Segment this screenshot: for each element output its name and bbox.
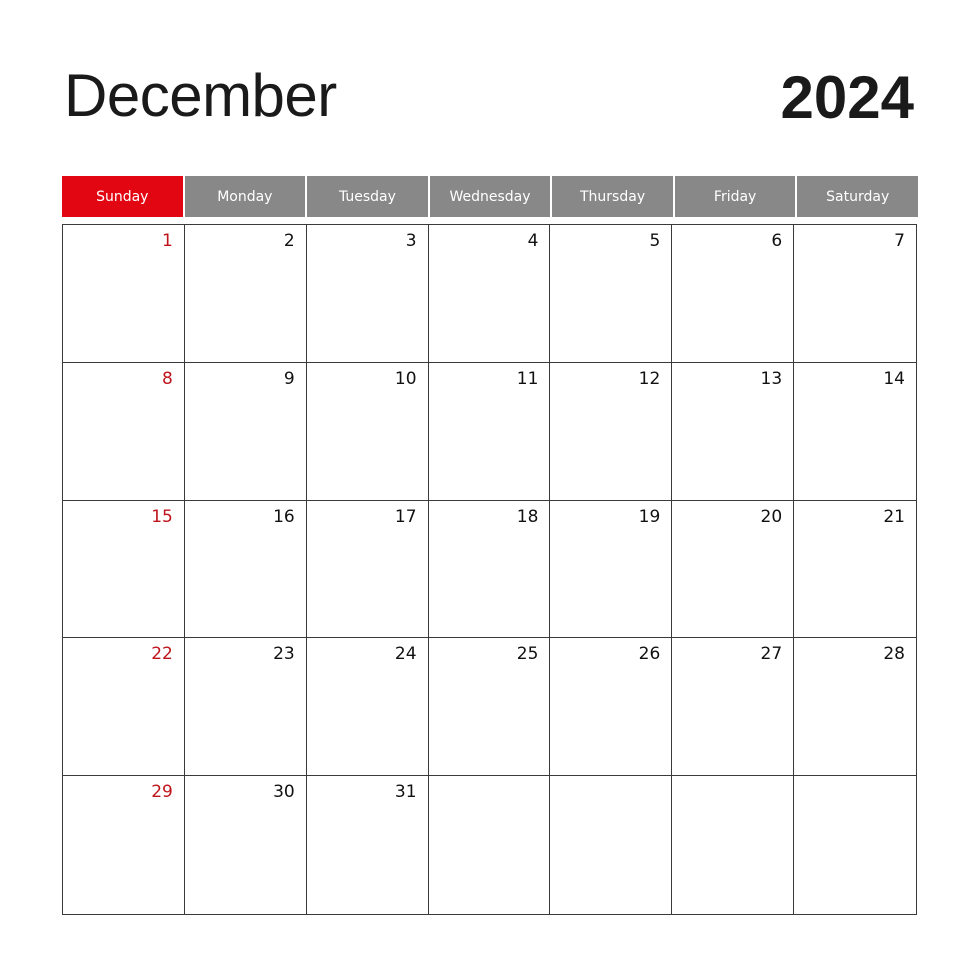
day-number: 19 bbox=[638, 506, 661, 527]
day-number: 13 bbox=[760, 368, 783, 389]
day-number: 2 bbox=[283, 231, 295, 251]
day-cell[interactable]: 19 bbox=[550, 500, 673, 639]
day-cell[interactable]: 9 bbox=[184, 362, 307, 501]
day-cell[interactable]: 8 bbox=[63, 362, 185, 501]
day-number: 6 bbox=[771, 231, 783, 251]
day-cell[interactable]: 23 bbox=[184, 638, 307, 777]
calendar-grid: 1 2 3 4 5 6 7 8 9 10 11 12 13 14 15 16 17 18 19 20 21 22 23 24 2… bbox=[62, 224, 917, 915]
weekday-thursday: Thursday bbox=[552, 176, 673, 217]
day-cell[interactable]: 18 bbox=[428, 500, 551, 639]
weekday-monday: Monday bbox=[184, 176, 306, 217]
day-number: 17 bbox=[394, 506, 417, 527]
day-number: 9 bbox=[283, 368, 295, 389]
day-number: 29 bbox=[151, 782, 173, 803]
day-number: 15 bbox=[151, 506, 173, 527]
empty-day-cell bbox=[429, 776, 551, 914]
empty-day-cell bbox=[794, 776, 916, 914]
day-cell[interactable]: 10 bbox=[306, 362, 429, 501]
day-number: 10 bbox=[394, 368, 417, 389]
day-number: 23 bbox=[273, 644, 295, 665]
day-number: 26 bbox=[638, 644, 661, 665]
day-cell[interactable]: 16 bbox=[184, 500, 307, 639]
day-number: 5 bbox=[649, 231, 661, 251]
day-cell[interactable]: 17 bbox=[306, 500, 429, 639]
day-cell[interactable]: 21 bbox=[794, 501, 916, 639]
day-cell[interactable]: 2 bbox=[184, 225, 307, 363]
day-cell[interactable]: 1 bbox=[63, 225, 185, 363]
day-cell[interactable]: 13 bbox=[672, 362, 795, 501]
day-number: 30 bbox=[273, 782, 295, 803]
day-cell[interactable]: 14 bbox=[794, 363, 916, 501]
day-cell[interactable]: 11 bbox=[428, 362, 551, 501]
day-cell[interactable]: 4 bbox=[428, 225, 551, 363]
day-number: 27 bbox=[760, 644, 783, 665]
day-cell[interactable]: 22 bbox=[63, 638, 185, 777]
day-cell[interactable]: 15 bbox=[63, 500, 185, 639]
day-cell[interactable]: 20 bbox=[672, 500, 795, 639]
day-number: 14 bbox=[883, 368, 905, 389]
day-number: 25 bbox=[516, 644, 539, 665]
weekday-wednesday: Wednesday bbox=[429, 176, 551, 217]
day-cell[interactable]: 25 bbox=[428, 638, 551, 777]
day-cell[interactable]: 12 bbox=[550, 362, 673, 501]
day-cell[interactable]: 31 bbox=[307, 776, 429, 914]
day-cell[interactable]: 3 bbox=[306, 225, 429, 363]
day-number: 7 bbox=[894, 231, 905, 251]
weekday-friday: Friday bbox=[674, 176, 796, 217]
day-cell[interactable]: 26 bbox=[550, 638, 673, 777]
empty-day-cell bbox=[672, 776, 795, 914]
year-title: 2024 bbox=[780, 64, 914, 131]
day-number: 4 bbox=[527, 231, 539, 251]
month-title: December bbox=[64, 62, 337, 129]
day-number: 18 bbox=[516, 506, 539, 527]
weekday-sunday: Sunday bbox=[62, 176, 183, 217]
day-number: 28 bbox=[883, 644, 905, 665]
weekday-tuesday: Tuesday bbox=[307, 176, 428, 217]
day-number: 8 bbox=[162, 368, 173, 389]
weekday-saturday: Saturday bbox=[797, 176, 918, 217]
day-number: 21 bbox=[883, 506, 905, 527]
day-cell[interactable]: 28 bbox=[794, 638, 916, 777]
day-number: 3 bbox=[405, 231, 417, 251]
day-number: 20 bbox=[760, 506, 783, 527]
day-cell[interactable]: 7 bbox=[794, 225, 916, 363]
day-number: 16 bbox=[273, 506, 295, 527]
day-cell[interactable]: 6 bbox=[672, 225, 795, 363]
day-cell[interactable]: 29 bbox=[63, 776, 185, 914]
day-number: 1 bbox=[162, 231, 173, 251]
empty-day-cell bbox=[550, 776, 673, 914]
day-cell[interactable]: 5 bbox=[550, 225, 673, 363]
day-number: 24 bbox=[394, 644, 417, 665]
day-number: 31 bbox=[394, 782, 417, 803]
weekday-header: Sunday Monday Tuesday Wednesday Thursday… bbox=[62, 176, 918, 217]
day-number: 11 bbox=[516, 368, 539, 389]
day-number: 12 bbox=[638, 368, 661, 389]
day-number: 22 bbox=[151, 644, 173, 665]
day-cell[interactable]: 27 bbox=[672, 638, 795, 777]
day-cell[interactable]: 30 bbox=[185, 776, 307, 914]
day-cell[interactable]: 24 bbox=[306, 638, 429, 777]
